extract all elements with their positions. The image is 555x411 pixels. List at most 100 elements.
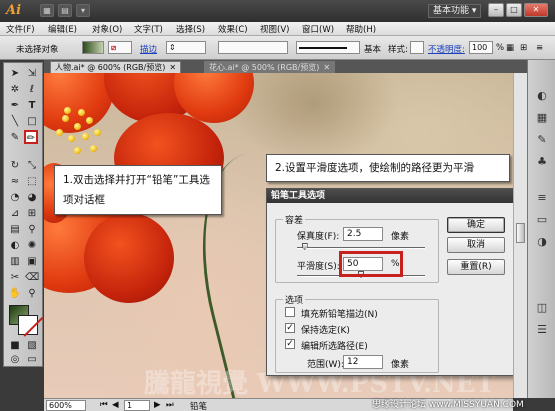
- panel-menu-icon[interactable]: ≡: [536, 43, 543, 53]
- transparency-panel-icon[interactable]: ◑: [534, 234, 550, 250]
- swatches-panel-icon[interactable]: ▦: [534, 110, 550, 126]
- column-graph-tool-icon[interactable]: ▥: [8, 255, 22, 269]
- symbols-panel-icon[interactable]: ♣: [534, 154, 550, 170]
- gradient-mode-icon[interactable]: ▧: [25, 339, 39, 353]
- menu-edit[interactable]: 编辑(E): [48, 23, 77, 35]
- minimize-button[interactable]: –: [488, 3, 504, 17]
- free-transform-tool-icon[interactable]: ⬚: [25, 175, 39, 189]
- close-icon[interactable]: ✕: [169, 63, 176, 72]
- hand-tool-icon[interactable]: ✋: [8, 287, 22, 301]
- arrange-documents-icon[interactable]: ▤: [58, 4, 72, 17]
- pencil-options-dialog: 铅笔工具选项 容差 保真度(F): 2.5 像素 平滑度(S): 50 % 确定…: [266, 188, 516, 376]
- fill-swatch[interactable]: [82, 41, 104, 54]
- color-panel-icon[interactable]: ◐: [534, 88, 550, 104]
- warp-tool-icon[interactable]: ≈: [8, 175, 22, 189]
- live-paint-tool-icon[interactable]: ◕: [25, 191, 39, 205]
- last-artboard-icon[interactable]: ⏭: [166, 400, 174, 410]
- fill-new-strokes-checkbox[interactable]: [285, 307, 295, 317]
- reset-button[interactable]: 重置(R): [447, 259, 505, 275]
- appearance-panel-icon[interactable]: ◫: [534, 300, 550, 316]
- workspace-label: 基本功能: [433, 6, 470, 16]
- type-tool-icon[interactable]: T: [25, 99, 39, 113]
- edit-selected-paths-checkbox[interactable]: ✓: [285, 339, 295, 349]
- pencil-tool-icon[interactable]: ✏: [24, 130, 38, 144]
- perspective-grid-tool-icon[interactable]: ⊿: [8, 207, 22, 221]
- rectangle-tool-icon[interactable]: □: [25, 115, 39, 129]
- menu-file[interactable]: 文件(F): [6, 23, 35, 35]
- shape-builder-tool-icon[interactable]: ◔: [8, 191, 22, 205]
- symbol-sprayer-tool-icon[interactable]: ✺: [25, 239, 39, 253]
- layout-icon[interactable]: ▾: [76, 4, 90, 17]
- tab-document-2[interactable]: 花心.ai* @ 500% (RGB/预览) ✕: [204, 61, 336, 73]
- brushes-panel-icon[interactable]: ✎: [534, 132, 550, 148]
- menu-bar: 文件(F) 编辑(E) 对象(O) 文字(T) 选择(S) 效果(C) 视图(V…: [0, 22, 555, 36]
- eyedropper-tool-icon[interactable]: ⚲: [25, 223, 39, 237]
- document-setup-icon[interactable]: ▦: [506, 43, 514, 53]
- opacity-link[interactable]: 不透明度:: [428, 43, 465, 55]
- rotate-tool-icon[interactable]: ↻: [8, 159, 22, 173]
- selection-tool-icon[interactable]: ➤: [8, 67, 22, 81]
- artboard-tool-icon[interactable]: ▣: [25, 255, 39, 269]
- lasso-tool-icon[interactable]: ℓ: [25, 83, 39, 97]
- draw-mode-icon[interactable]: ◎: [8, 353, 22, 367]
- pen-tool-icon[interactable]: ✒: [8, 99, 22, 113]
- style-dropdown[interactable]: [410, 41, 424, 54]
- vertical-scrollbar[interactable]: [513, 73, 527, 398]
- screen-mode-icon[interactable]: ▭: [25, 353, 39, 367]
- scale-tool-icon[interactable]: ⤡: [25, 159, 39, 173]
- menu-help[interactable]: 帮助(H): [346, 23, 376, 35]
- gradient-tool-icon[interactable]: ▤: [8, 223, 22, 237]
- ok-button[interactable]: 确定: [447, 217, 505, 233]
- menu-window[interactable]: 窗口(W): [302, 23, 334, 35]
- stamen-dot: [90, 145, 97, 152]
- maximize-button[interactable]: □: [506, 3, 522, 17]
- stroke-swatch[interactable]: ⧄: [108, 41, 132, 54]
- fidelity-slider[interactable]: [297, 243, 425, 250]
- line-tool-icon[interactable]: ╲: [8, 115, 22, 129]
- next-artboard-icon[interactable]: ▶: [154, 400, 161, 410]
- gradient-panel-icon[interactable]: ▭: [534, 212, 550, 228]
- stroke-color-swatch[interactable]: [18, 315, 44, 337]
- fidelity-slider-thumb[interactable]: [301, 243, 308, 250]
- blend-tool-icon[interactable]: ◐: [8, 239, 22, 253]
- artboard-number-field[interactable]: 1: [124, 400, 150, 411]
- menu-type[interactable]: 文字(T): [134, 23, 163, 35]
- align-icon[interactable]: ⊞: [520, 43, 527, 53]
- brush-stroke-preview: [299, 46, 347, 49]
- range-unit: 像素: [391, 360, 410, 370]
- stroke-weight-field[interactable]: ⇕: [166, 41, 206, 54]
- workspace-switcher[interactable]: 基本功能 ▾: [428, 4, 482, 18]
- close-button[interactable]: ✕: [524, 3, 548, 17]
- slice-tool-icon[interactable]: ✂: [8, 271, 22, 285]
- variable-width-dropdown[interactable]: [218, 41, 288, 54]
- stamen-dot: [62, 115, 69, 122]
- range-input[interactable]: 12: [343, 355, 383, 369]
- fidelity-input[interactable]: 2.5: [343, 227, 383, 241]
- opacity-field[interactable]: 100: [469, 41, 493, 54]
- keep-selected-checkbox[interactable]: ✓: [285, 323, 295, 333]
- close-icon[interactable]: ✕: [323, 63, 330, 72]
- menu-select[interactable]: 选择(S): [176, 23, 205, 35]
- bridge-icon[interactable]: ▦: [40, 4, 54, 17]
- scrollbar-thumb[interactable]: [516, 223, 525, 243]
- menu-effect[interactable]: 效果(C): [218, 23, 248, 35]
- paintbrush-tool-icon[interactable]: ✎: [8, 131, 22, 145]
- mesh-tool-icon[interactable]: ⊞: [25, 207, 39, 221]
- eraser-tool-icon[interactable]: ⌫: [25, 271, 39, 285]
- menu-view[interactable]: 视图(V): [260, 23, 289, 35]
- tab-document-1[interactable]: 人物.ai* @ 600% (RGB/预览) ✕: [50, 61, 182, 73]
- layers-panel-icon[interactable]: ☰: [534, 322, 550, 338]
- stroke-link[interactable]: 描边: [140, 43, 157, 55]
- brush-definition-dropdown[interactable]: [296, 41, 360, 54]
- magic-wand-tool-icon[interactable]: ✲: [8, 83, 22, 97]
- stroke-panel-icon[interactable]: ≡: [534, 190, 550, 206]
- cancel-button[interactable]: 取消: [447, 237, 505, 253]
- color-mode-icon[interactable]: ■: [8, 339, 22, 353]
- first-artboard-icon[interactable]: ⏮: [100, 400, 108, 410]
- zoom-tool-icon[interactable]: ⚲: [25, 287, 39, 301]
- menu-object[interactable]: 对象(O): [92, 23, 122, 35]
- direct-selection-tool-icon[interactable]: ⇲: [25, 67, 39, 81]
- zoom-field[interactable]: 600%: [46, 400, 86, 411]
- previous-artboard-icon[interactable]: ◀: [112, 400, 119, 410]
- step1-text: 1.双击选择并打开“铅笔”工具选项对话框: [63, 174, 210, 206]
